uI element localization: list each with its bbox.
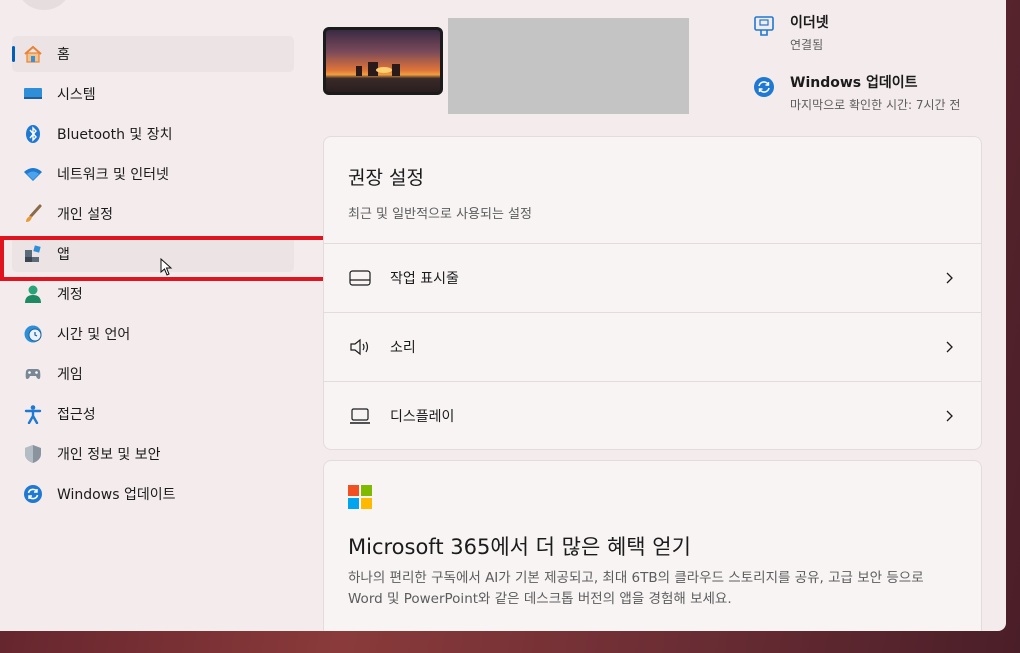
ethernet-title: 이더넷 xyxy=(790,15,829,31)
recommended-title: 권장 설정 xyxy=(348,167,424,189)
chevron-right-icon xyxy=(946,410,953,422)
wallpaper-thumbnail[interactable] xyxy=(323,27,443,95)
bluetooth-icon xyxy=(23,124,43,144)
shield-icon xyxy=(23,444,43,464)
row-label: 작업 표시줄 xyxy=(390,271,459,287)
sidebar-item-label: 네트워크 및 인터넷 xyxy=(57,167,169,183)
recommended-subtitle: 최근 및 일반적으로 사용되는 설정 xyxy=(348,207,532,222)
ethernet-subtitle: 연결됨 xyxy=(790,38,824,52)
m365-description: 하나의 편리한 구독에서 AI가 기본 제공되고, 최대 6TB의 클라우드 스… xyxy=(348,570,924,607)
update-subtitle: 마지막으로 확인한 시간: 7시간 전 xyxy=(790,98,961,112)
sidebar-item-label: 접근성 xyxy=(57,407,96,423)
settings-window: 홈 시스템 Bluetooth 및 장치 네트워크 및 인터넷 개인 설정 앱 … xyxy=(0,0,1006,631)
device-image-placeholder xyxy=(448,18,689,114)
chevron-right-icon xyxy=(946,272,953,284)
sidebar-item-apps[interactable]: 앱 xyxy=(12,236,294,272)
sidebar-item-label: 계정 xyxy=(57,287,83,303)
sidebar-item-label: Windows 업데이트 xyxy=(57,487,176,503)
sidebar-item-gaming[interactable]: 게임 xyxy=(12,356,294,392)
microsoft-logo-icon xyxy=(348,485,372,509)
mouse-cursor-icon xyxy=(160,258,173,276)
microsoft-365-card: Microsoft 365에서 더 많은 혜택 얻기 하나의 편리한 구독에서 … xyxy=(323,460,982,631)
wifi-icon xyxy=(23,164,43,184)
chevron-right-icon xyxy=(946,341,953,353)
sidebar-item-time-language[interactable]: 시간 및 언어 xyxy=(12,316,294,352)
brush-icon xyxy=(23,204,43,224)
clock-globe-icon xyxy=(23,324,43,344)
row-sound[interactable]: 소리 xyxy=(324,312,981,381)
sidebar-item-personalization[interactable]: 개인 설정 xyxy=(12,196,294,232)
row-label: 소리 xyxy=(390,340,416,356)
gamepad-icon xyxy=(23,364,43,384)
sidebar-item-accounts[interactable]: 계정 xyxy=(12,276,294,312)
accessibility-icon xyxy=(23,404,43,424)
windows-update-status[interactable]: Windows 업데이트 마지막으로 확인한 시간: 7시간 전 xyxy=(752,72,960,113)
sidebar-item-network[interactable]: 네트워크 및 인터넷 xyxy=(12,156,294,192)
sidebar-item-label: 게임 xyxy=(57,367,83,383)
sidebar-item-label: 시스템 xyxy=(57,87,96,103)
display-icon xyxy=(348,404,372,428)
sidebar-item-label: 개인 정보 및 보안 xyxy=(57,447,161,463)
update-icon xyxy=(752,74,776,98)
taskbar-icon xyxy=(348,266,372,290)
avatar[interactable] xyxy=(18,0,70,10)
sidebar-item-label: Bluetooth 및 장치 xyxy=(57,127,173,143)
sidebar-item-windows-update[interactable]: Windows 업데이트 xyxy=(12,476,294,512)
sidebar-item-label: 앱 xyxy=(57,247,70,263)
system-icon xyxy=(23,84,43,104)
sidebar-item-label: 시간 및 언어 xyxy=(57,327,131,343)
row-taskbar[interactable]: 작업 표시줄 xyxy=(324,243,981,312)
account-icon xyxy=(23,284,43,304)
sidebar-item-system[interactable]: 시스템 xyxy=(12,76,294,112)
ethernet-status[interactable]: 이더넷 연결됨 xyxy=(752,12,829,53)
sidebar-item-bluetooth[interactable]: Bluetooth 및 장치 xyxy=(12,116,294,152)
row-label: 디스플레이 xyxy=(390,409,455,425)
sidebar-item-accessibility[interactable]: 접근성 xyxy=(12,396,294,432)
sidebar-item-privacy[interactable]: 개인 정보 및 보안 xyxy=(12,436,294,472)
update-icon xyxy=(23,484,43,504)
landscape-image xyxy=(356,62,400,76)
home-icon xyxy=(23,44,43,64)
apps-icon xyxy=(23,244,43,264)
recommended-settings-card: 권장 설정 최근 및 일반적으로 사용되는 설정 작업 표시줄 소리 디스플레이 xyxy=(323,136,982,450)
m365-title: Microsoft 365에서 더 많은 혜택 얻기 xyxy=(348,535,691,559)
ethernet-icon xyxy=(752,14,776,38)
row-display[interactable]: 디스플레이 xyxy=(324,381,981,450)
update-title: Windows 업데이트 xyxy=(790,75,918,91)
sidebar-item-home[interactable]: 홈 xyxy=(12,36,294,72)
sidebar-item-label: 개인 설정 xyxy=(57,207,113,223)
sidebar-nav: 홈 시스템 Bluetooth 및 장치 네트워크 및 인터넷 개인 설정 앱 … xyxy=(12,36,294,516)
speaker-icon xyxy=(348,335,372,359)
sidebar-item-label: 홈 xyxy=(57,47,70,63)
